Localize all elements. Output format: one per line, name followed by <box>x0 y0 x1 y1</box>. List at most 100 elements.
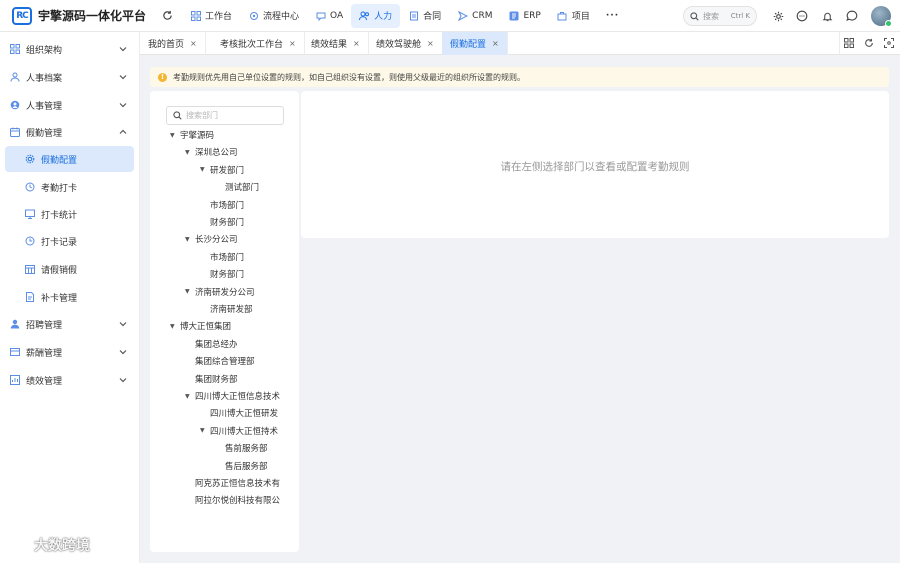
nav-flow-center[interactable]: 流程中心 <box>240 4 307 28</box>
tab-attendance-config[interactable]: 假勤配置 × <box>442 32 508 55</box>
tree-node[interactable]: 财务部门 <box>200 214 244 230</box>
sidebar-item-personnel-files[interactable]: 人事档案 <box>0 64 140 90</box>
sidebar-item-label: 补卡管理 <box>41 293 78 304</box>
nav-contract[interactable]: 合同 <box>400 4 449 28</box>
tab-performance-results[interactable]: 绩效结果 × <box>303 32 369 55</box>
fullscreen-icon[interactable] <box>883 37 895 49</box>
caret-down-icon[interactable]: ▼ <box>185 288 195 295</box>
caret-down-icon[interactable]: ▼ <box>185 393 195 400</box>
sidebar-item-attendance[interactable]: 假勤管理 <box>0 119 140 145</box>
user-avatar[interactable] <box>871 6 892 27</box>
close-icon[interactable]: × <box>427 39 434 48</box>
tree-node[interactable]: ▼ 博大正恒集团 <box>170 318 231 334</box>
tree-node[interactable]: 市场部门 <box>200 197 244 213</box>
sidebar-subitem-leave[interactable]: 请假销假 <box>5 256 134 282</box>
refresh-icon[interactable] <box>160 9 174 23</box>
nav-label: 合同 <box>423 12 442 22</box>
settings-icon <box>25 154 35 164</box>
tree-node-label: 深圳总公司 <box>195 148 238 159</box>
tree-node-label: 集团总经办 <box>195 339 238 350</box>
sidebar-item-personnel-management[interactable]: 人事管理 <box>0 92 140 118</box>
tree-node[interactable]: ▼ 宇擎源码 <box>170 127 214 143</box>
reload-icon[interactable] <box>863 37 875 49</box>
tree-node[interactable]: 财务部门 <box>200 266 244 282</box>
tree-node[interactable]: 济南研发部 <box>200 301 253 317</box>
caret-down-icon[interactable]: ▼ <box>200 166 210 173</box>
sidebar-subitem-clock-stats[interactable]: 打卡统计 <box>5 201 134 227</box>
gear-icon[interactable] <box>771 9 785 23</box>
caret-down-icon[interactable]: ▼ <box>185 236 195 243</box>
sidebar-item-label: 打卡统计 <box>41 210 78 221</box>
tree-node[interactable]: ▼ 四川博大正恒信息技术 <box>185 388 280 404</box>
tree-node[interactable]: 集团综合管理部 <box>185 353 255 369</box>
close-icon[interactable]: × <box>190 39 197 48</box>
nav-label: 工作台 <box>205 12 233 22</box>
nav-label: 项目 <box>571 12 590 22</box>
nav-crm[interactable]: CRM <box>449 4 500 28</box>
tab-my-home[interactable]: 我的首页 × <box>140 32 206 55</box>
sidebar-item-salary[interactable]: 薪酬管理 <box>0 339 140 365</box>
tree-node-label: 济南研发部 <box>210 305 253 315</box>
nav-hr[interactable]: 人力 <box>351 3 401 28</box>
sidebar-item-label: 人事档案 <box>26 73 63 84</box>
nav-oa[interactable]: OA <box>307 4 351 28</box>
close-icon[interactable]: × <box>353 39 360 48</box>
sidebar-item-label: 人事管理 <box>26 101 63 112</box>
sidebar-item-performance[interactable]: 绩效管理 <box>0 367 140 393</box>
more-menu-button[interactable]: ··· <box>606 11 619 21</box>
nav-project[interactable]: 项目 <box>549 4 598 28</box>
tree-node[interactable]: 测试部门 <box>215 179 259 195</box>
tab-label: 绩效结果 <box>311 40 348 50</box>
tree-node[interactable]: 四川博大正恒研发 <box>200 405 278 421</box>
tree-node[interactable]: ▼ 研发部门 <box>200 162 244 178</box>
tree-node[interactable]: 集团总经办 <box>185 336 238 352</box>
tab-performance-cockpit[interactable]: 绩效驾驶舱 × <box>368 32 443 55</box>
tree-node[interactable]: ▼ 四川博大正恒持术 <box>200 423 278 439</box>
tree-node[interactable]: ▼ 长沙分公司 <box>185 231 238 247</box>
tree-node-label: 长沙分公司 <box>195 235 238 246</box>
tree-node[interactable]: ▼ 济南研发分公司 <box>185 284 255 300</box>
tab-assessment-batch[interactable]: 考核批次工作台 × <box>212 32 305 55</box>
nav-workbench[interactable]: 工作台 <box>182 4 240 28</box>
caret-down-icon[interactable]: ▼ <box>170 323 180 330</box>
tree-node-label: 集团综合管理部 <box>195 357 255 368</box>
department-search-input[interactable] <box>186 111 276 120</box>
tree-node[interactable]: 阿拉尔悦创科技有限公 <box>185 492 280 508</box>
search-icon <box>173 111 182 120</box>
app-logo[interactable]: RC <box>12 6 32 25</box>
apps-grid-icon[interactable] <box>843 37 855 49</box>
nav-erp[interactable]: ERP <box>500 4 548 28</box>
sidebar-item-recruitment[interactable]: 招聘管理 <box>0 311 140 337</box>
message-icon[interactable] <box>795 9 809 23</box>
sidebar-subitem-card-supplement[interactable]: 补卡管理 <box>5 284 134 310</box>
sidebar-item-label: 招聘管理 <box>26 320 63 331</box>
caret-down-icon[interactable]: ▼ <box>185 149 195 156</box>
tree-node[interactable]: ▼ 深圳总公司 <box>185 144 238 160</box>
global-search[interactable]: 搜索 Ctrl K <box>683 6 757 26</box>
tree-node[interactable]: 售后服务部 <box>215 458 268 474</box>
tree-node-label: 研发部门 <box>210 165 245 176</box>
tree-node[interactable]: 市场部门 <box>200 249 244 265</box>
tree-node[interactable]: 集团财务部 <box>185 371 238 387</box>
caret-down-icon[interactable]: ▼ <box>200 427 210 434</box>
tree-node-label: 市场部门 <box>210 200 245 211</box>
bell-icon[interactable] <box>820 9 834 23</box>
flow-icon <box>248 10 259 21</box>
tree-node[interactable]: 售前服务部 <box>215 440 268 456</box>
chevron-down-icon <box>119 103 127 108</box>
sidebar-subitem-clock-records[interactable]: 打卡记录 <box>5 228 134 254</box>
sidebar-item-label: 假勤配置 <box>41 155 78 166</box>
department-search[interactable] <box>166 106 284 125</box>
caret-down-icon[interactable]: ▼ <box>170 132 180 139</box>
sidebar-subitem-clock-in[interactable]: 考勤打卡 <box>5 174 134 200</box>
chat-icon[interactable] <box>845 9 859 23</box>
chevron-down-icon <box>119 350 127 355</box>
tree-node-label: 售前服务部 <box>225 444 268 455</box>
tree-node[interactable]: 阿克苏正恒信息技术有 <box>185 475 280 491</box>
sidebar-subitem-attendance-config[interactable]: 假勤配置 <box>5 146 134 172</box>
close-icon[interactable]: × <box>289 39 296 48</box>
close-icon[interactable]: × <box>492 39 499 48</box>
sidebar-item-org[interactable]: 组织架构 <box>0 36 140 62</box>
sidebar-item-label: 考勤打卡 <box>41 183 78 194</box>
sidebar-item-label: 组织架构 <box>26 45 63 56</box>
